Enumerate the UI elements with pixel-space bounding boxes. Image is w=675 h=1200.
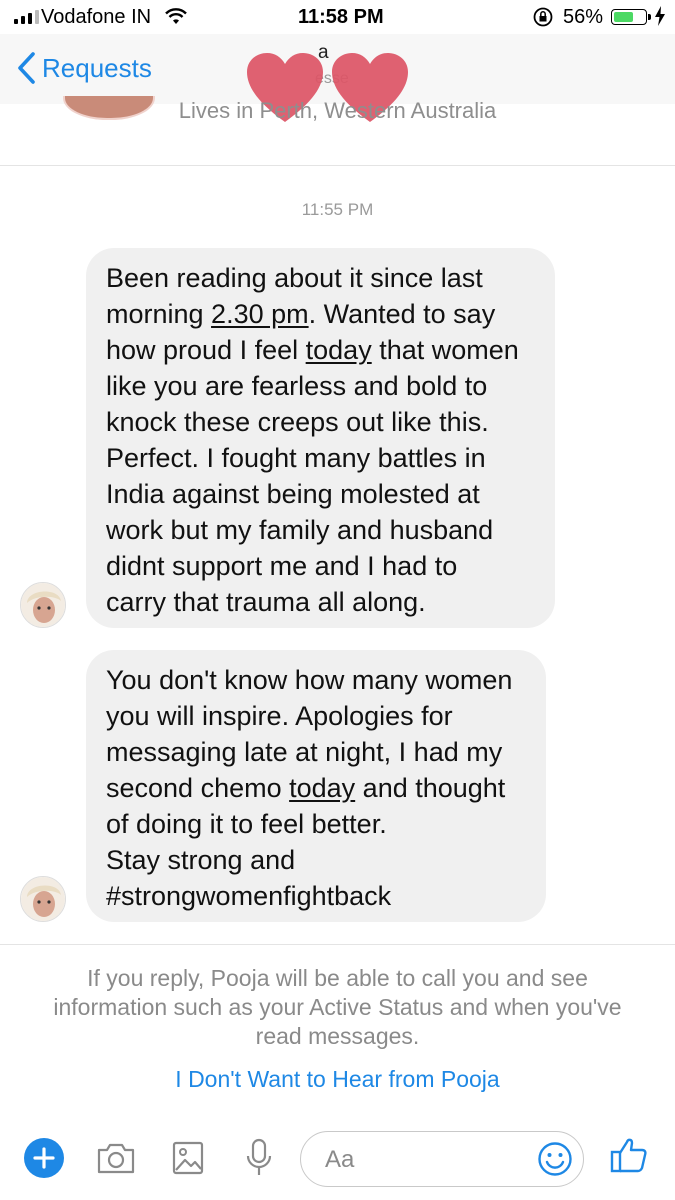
image-icon (172, 1141, 204, 1175)
date-link[interactable]: today (306, 335, 372, 365)
profile-location: Lives in Perth, Western Australia (178, 98, 497, 123)
message-line: work but my family and husband (106, 515, 494, 545)
message-line: you will inspire. Apologies for (106, 701, 453, 731)
plus-icon (33, 1147, 55, 1169)
clock: 11:58 PM (298, 6, 384, 28)
charging-icon (654, 6, 666, 31)
divider (0, 944, 675, 945)
request-notice: If you reply, Pooja will be able to call… (53, 965, 622, 1049)
ignore-sender-link[interactable]: I Don't Want to Hear from Pooja (0, 1066, 675, 1093)
thumbs-up-icon (610, 1138, 647, 1173)
microphone-icon (246, 1138, 272, 1175)
message-bubble[interactable]: You don't know how many women you will i… (86, 650, 546, 922)
message-line: like you are fearless and bold to (106, 371, 488, 401)
nav-header: Requests a esse (0, 34, 675, 122)
message-line: didnt support me and I had to (106, 551, 458, 581)
divider (0, 165, 675, 166)
message-line: India against being molested at (106, 479, 480, 509)
battery-percent: 56% (563, 6, 604, 28)
camera-icon (97, 1143, 135, 1174)
message-line: morning 2.30 pm. Wanted to say (106, 299, 496, 329)
signal-icon (14, 10, 39, 24)
back-label: Requests (42, 52, 152, 83)
message-input-placeholder: Aa (325, 1146, 355, 1173)
message-bubble[interactable]: Been reading about it since last morning… (86, 248, 555, 628)
camera-button[interactable] (96, 1140, 136, 1181)
message-line: of doing it to feel better. (106, 809, 387, 839)
message-line: second chemo today and thought (106, 773, 506, 803)
smiley-icon (538, 1142, 572, 1176)
message-timestamp: 11:55 PM (301, 200, 374, 219)
microphone-button[interactable] (244, 1138, 274, 1183)
date-link[interactable]: today (289, 773, 355, 803)
composer-bar: Aa (0, 1120, 675, 1200)
message-line: how proud I feel today that women (106, 335, 519, 365)
message-line: carry that trauma all along. (106, 587, 426, 617)
plus-button[interactable] (24, 1138, 64, 1178)
message-line: Stay strong and (106, 845, 296, 875)
back-button[interactable]: Requests (16, 46, 152, 90)
message-line: #strongwomenfightback (106, 881, 392, 911)
sender-avatar[interactable] (20, 582, 66, 628)
date-link[interactable]: 2.30 pm (211, 299, 309, 329)
wifi-icon (164, 6, 188, 32)
emoji-button[interactable] (537, 1141, 573, 1182)
message-line: Been reading about it since last (106, 263, 483, 293)
sender-avatar[interactable] (20, 876, 66, 922)
message-line: knock these creeps out like this. (106, 407, 489, 437)
like-button[interactable] (610, 1136, 648, 1179)
message-input[interactable]: Aa (300, 1131, 584, 1187)
status-bar: Vodafone IN 11:58 PM 56% (0, 0, 675, 34)
chevron-left-icon (18, 52, 35, 84)
carrier-name: Vodafone IN (41, 6, 152, 28)
battery-icon (611, 9, 651, 25)
message-line: messaging late at night, I had my (106, 737, 503, 767)
message-line: You don't know how many women (106, 665, 513, 695)
message-line: Perfect. I fought many battles in (106, 443, 486, 473)
gallery-button[interactable] (172, 1140, 204, 1181)
rotation-lock-icon (532, 6, 554, 34)
